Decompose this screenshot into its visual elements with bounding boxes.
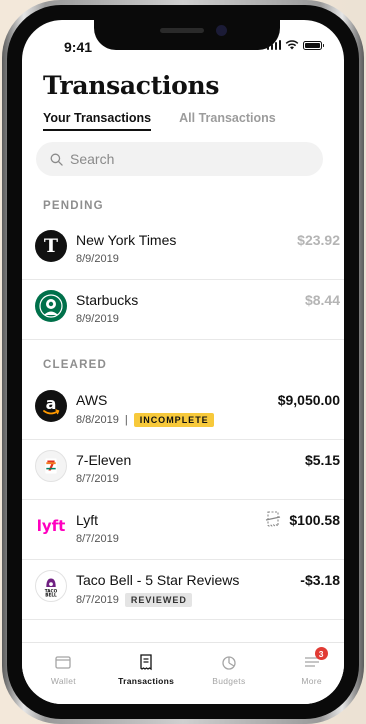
tab-transactions[interactable]: Transactions xyxy=(105,643,188,704)
signal-icon xyxy=(266,40,281,50)
tab-label: Budgets xyxy=(212,676,246,686)
transaction-name: 7-Eleven xyxy=(76,452,132,468)
nyt-logo: T xyxy=(35,230,67,262)
transaction-date: 8/8/2019 xyxy=(76,414,119,426)
receipt-icon xyxy=(140,654,152,671)
transaction-row-starbucks[interactable]: Starbucks 8/9/2019 $8.44 xyxy=(22,280,344,340)
transaction-amount: $23.92 xyxy=(297,232,340,248)
transaction-amount: $5.15 xyxy=(304,452,340,468)
svg-text:a: a xyxy=(46,394,57,413)
transaction-name: Taco Bell - 5 Star Reviews xyxy=(76,572,240,588)
tab-label: More xyxy=(301,676,322,686)
transaction-date: 8/7/2019 xyxy=(76,594,119,606)
transaction-date: 8/9/2019 xyxy=(76,253,119,265)
status-time: 9:41 xyxy=(64,39,93,55)
page-title: Transactions xyxy=(43,71,220,100)
search-input[interactable]: Search xyxy=(36,142,323,176)
notch xyxy=(94,20,280,50)
transactions-tabs: Your Transactions All Transactions xyxy=(43,111,276,131)
transaction-date-wrap: 8/7/2019 xyxy=(76,533,119,545)
tab-all-transactions[interactable]: All Transactions xyxy=(179,111,276,131)
transaction-date-wrap: 8/8/2019 | INCOMPLETE xyxy=(76,413,214,427)
cleared-label: CLEARED xyxy=(43,359,107,371)
amazon-logo: a xyxy=(35,390,67,422)
svg-text:7: 7 xyxy=(46,460,55,475)
starbucks-logo xyxy=(35,290,67,322)
bottom-tab-bar: Wallet Transactions Budgets 3 More xyxy=(22,642,344,704)
transaction-date: 8/7/2019 xyxy=(76,533,119,545)
transaction-date-wrap: 8/7/2019 xyxy=(76,473,119,485)
front-camera xyxy=(216,25,227,36)
transaction-date: 8/9/2019 xyxy=(76,313,119,325)
transaction-row-7-eleven[interactable]: 7 7-Eleven 8/7/2019 $5.15 xyxy=(22,440,344,500)
status-icons xyxy=(266,40,324,50)
transaction-date-wrap: 8/7/2019 REVIEWED xyxy=(76,593,192,607)
tab-budgets[interactable]: Budgets xyxy=(188,643,271,704)
status-badge-reviewed: REVIEWED xyxy=(124,593,192,607)
seven-eleven-logo: 7 xyxy=(35,450,67,482)
pending-label: PENDING xyxy=(43,200,104,212)
receipt-missing-icon[interactable] xyxy=(263,509,283,529)
svg-text:BELL: BELL xyxy=(45,592,57,597)
tab-label: Wallet xyxy=(50,676,76,686)
transaction-date: 8/7/2019 xyxy=(76,473,119,485)
wifi-icon xyxy=(285,40,299,50)
transaction-amount: $8.44 xyxy=(304,292,340,308)
transaction-row-nyt[interactable]: T New York Times 8/9/2019 $23.92 xyxy=(22,220,344,280)
transaction-date-wrap: 8/9/2019 xyxy=(76,253,119,265)
tab-label: Transactions xyxy=(118,676,175,686)
search-placeholder: Search xyxy=(70,151,115,167)
svg-text:lyft: lyft xyxy=(37,517,66,535)
date-separator: | xyxy=(124,414,128,426)
transaction-amount: $9,050.00 xyxy=(277,392,340,408)
transaction-row-lyft[interactable]: lyft Lyft 8/7/2019 $100.58 xyxy=(22,500,344,560)
tab-your-transactions[interactable]: Your Transactions xyxy=(43,111,152,131)
tab-more[interactable]: 3 More xyxy=(270,643,344,704)
wallet-icon xyxy=(55,656,72,669)
transaction-name: Starbucks xyxy=(76,292,139,308)
taco-bell-logo: TACO BELL xyxy=(35,570,67,602)
transaction-name: Lyft xyxy=(76,512,99,528)
search-icon xyxy=(50,153,63,166)
transaction-name: AWS xyxy=(76,392,108,408)
battery-icon xyxy=(303,40,324,50)
app-screen: 9:41 Transactions Your Transactions All … xyxy=(22,20,344,704)
transaction-name: New York Times xyxy=(76,232,177,248)
tab-wallet[interactable]: Wallet xyxy=(22,643,105,704)
transaction-amount: -$3.18 xyxy=(300,572,340,588)
lyft-logo: lyft xyxy=(35,510,67,542)
transaction-row-taco-bell[interactable]: TACO BELL Taco Bell - 5 Star Reviews 8/7… xyxy=(22,560,344,620)
phone-bezel: 9:41 Transactions Your Transactions All … xyxy=(7,5,359,719)
status-badge-incomplete: INCOMPLETE xyxy=(133,413,214,427)
transaction-date-wrap: 8/9/2019 xyxy=(76,313,119,325)
pie-chart-icon xyxy=(222,656,236,670)
notification-badge: 3 xyxy=(314,647,328,660)
speaker xyxy=(160,28,204,33)
phone-frame: 9:41 Transactions Your Transactions All … xyxy=(2,0,364,724)
transaction-amount: $100.58 xyxy=(289,512,340,528)
transaction-row-aws[interactable]: a AWS 8/8/2019 | INCOMPLETE $9,050.00 xyxy=(22,380,344,440)
